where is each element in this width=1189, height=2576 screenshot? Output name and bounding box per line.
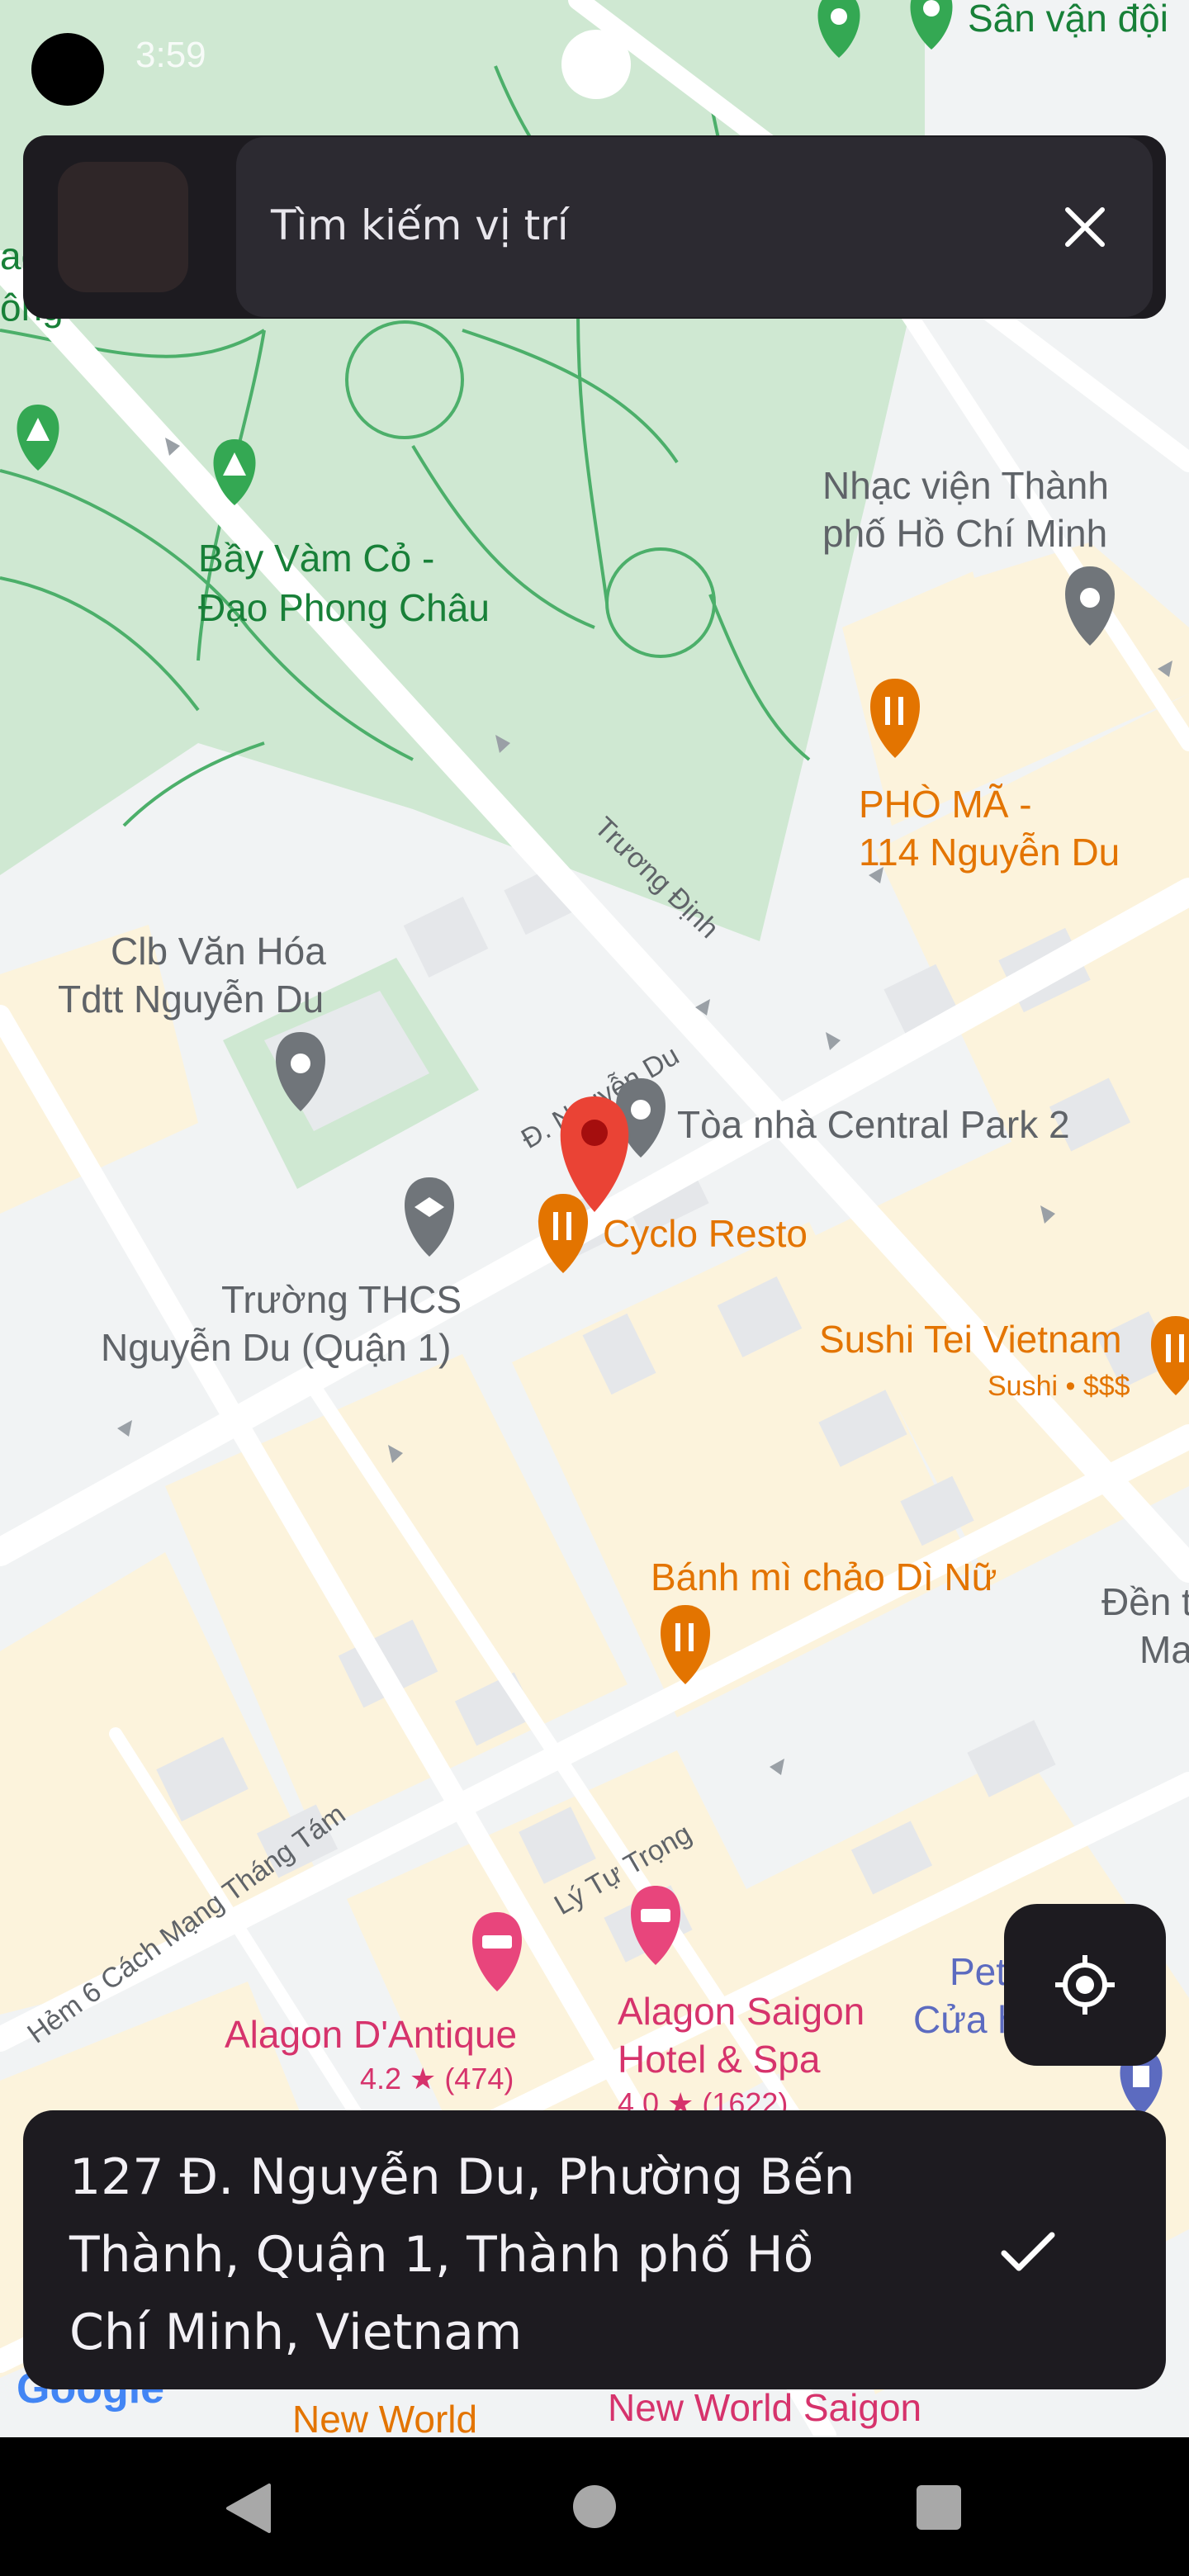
place-label-sushi-sub: Sushi • $$$ xyxy=(988,1371,1130,1402)
my-location-button[interactable] xyxy=(1004,1904,1166,2066)
notification-dot xyxy=(561,30,631,99)
avatar[interactable] xyxy=(58,162,188,292)
place-label-alagon-saigon: Alagon Saigon xyxy=(618,1990,865,2033)
address-line-1: 127 Đ. Nguyễn Du, Phường Bến xyxy=(69,2148,855,2206)
place-label-pho-ma: PHÒ MÃ - xyxy=(859,783,1032,826)
place-label-nhac-vien: Nhạc viện Thành xyxy=(822,464,1109,507)
place-label-thcs-2: Nguyễn Du (Quận 1) xyxy=(101,1326,451,1369)
place-label-den-2: Ma xyxy=(1139,1628,1189,1671)
camera-cutout xyxy=(31,33,104,106)
place-label-clb-2: Tdtt Nguyễn Du xyxy=(58,978,324,1020)
search-input[interactable]: Tìm kiếm vị trí xyxy=(271,201,569,249)
check-icon xyxy=(1001,2232,1055,2271)
place-label-clb: Clb Văn Hóa xyxy=(111,930,326,973)
map-view[interactable]: Trương Định Đ. Nguyễn Du Lý Tự Trọng Hẻm… xyxy=(0,0,1189,2436)
nav-recents-button[interactable] xyxy=(917,2485,961,2530)
place-label-alagon-antique: Alagon D'Antique xyxy=(225,2013,517,2056)
close-icon xyxy=(1065,207,1105,247)
address-line-2: Thành, Quận 1, Thành phố Hồ xyxy=(69,2226,814,2284)
place-label-den: Đền t xyxy=(1101,1580,1189,1623)
place-label-new-world: New World xyxy=(292,2398,477,2436)
clear-search-button[interactable] xyxy=(1047,182,1123,272)
confirm-location-button[interactable] xyxy=(983,2206,1073,2297)
status-time: 3:59 xyxy=(135,35,206,75)
address-line-3: Chí Minh, Vietnam xyxy=(69,2304,523,2361)
place-label-alagon-antique-rating: 4.2 ★ (474) xyxy=(360,2062,514,2095)
place-label-pet: Pet xyxy=(950,1950,1007,1993)
place-label-pet-2: Cửa h xyxy=(913,1998,1019,2041)
nav-back-button[interactable] xyxy=(223,2482,272,2539)
place-label-pho-ma-2: 114 Nguyễn Du xyxy=(859,831,1120,874)
nav-home-button[interactable] xyxy=(573,2485,616,2528)
place-label-central-park: Tòa nhà Central Park 2 xyxy=(677,1103,1070,1146)
place-label-new-world-saigon: New World Saigon xyxy=(608,2386,921,2429)
place-label-cyclo: Cyclo Resto xyxy=(603,1212,808,1255)
status-bar: 3:59 xyxy=(0,0,1189,116)
place-label-bay-vam-co: Bầy Vàm Cỏ - xyxy=(198,537,434,580)
place-label-sushi: Sushi Tei Vietnam xyxy=(819,1318,1122,1361)
back-icon xyxy=(226,2484,271,2533)
place-label-nhac-vien-2: phố Hồ Chí Minh xyxy=(822,512,1107,555)
selected-address: 127 Đ. Nguyễn Du, Phường Bến Thành, Quận… xyxy=(69,2138,936,2371)
place-label-alagon-saigon-2: Hotel & Spa xyxy=(618,2038,821,2081)
place-label-thcs: Trường THCS xyxy=(221,1278,462,1321)
crosshair-icon xyxy=(1055,1955,1115,2015)
place-label-banh-mi: Bánh mì chảo Dì Nữ xyxy=(651,1556,997,1598)
place-label-bay-vam-co-2: Đạo Phong Châu xyxy=(198,586,490,629)
